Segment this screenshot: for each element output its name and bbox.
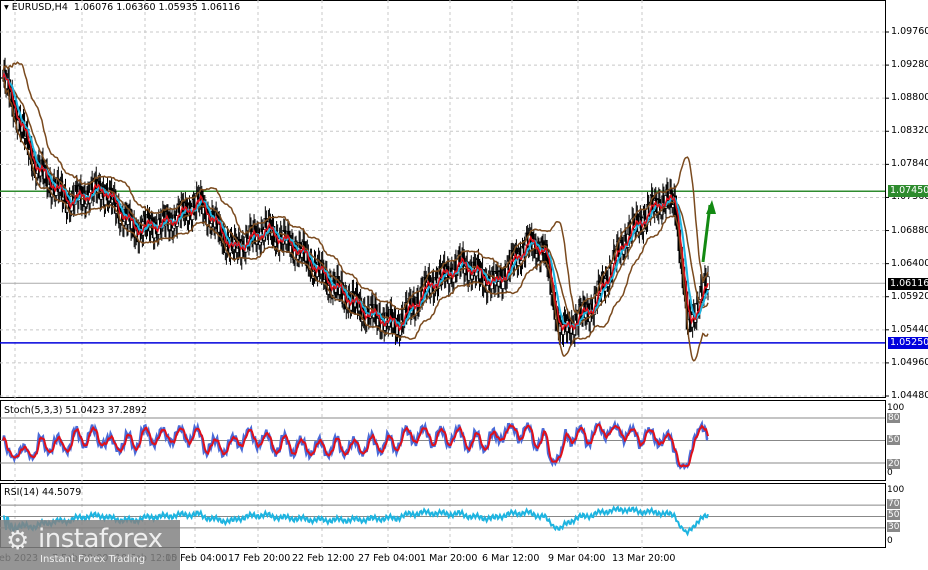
time-label: 27 Feb 04:00	[358, 553, 421, 564]
gear-icon: ⚙	[6, 526, 30, 556]
time-label: 6 Mar 12:00	[482, 553, 540, 564]
symbol-header[interactable]: ▾ EURUSD,H4 1.06076 1.06360 1.05935 1.06…	[4, 2, 240, 13]
price-label: 1.04960	[891, 356, 928, 368]
price-label: 1.05440	[891, 323, 928, 335]
price-label: 1.08320	[891, 125, 928, 137]
rsi-scale-70: 70	[887, 499, 901, 509]
rsi-scale-30: 30	[887, 522, 901, 532]
support-level-tag: 1.05250	[888, 337, 928, 349]
price-label: 1.04480	[891, 390, 928, 401]
logo-name: instaforex	[38, 524, 163, 554]
rsi-scale-100: 100	[887, 485, 905, 495]
time-label: 13 Mar 20:00	[612, 553, 676, 564]
price-label: 1.09280	[891, 59, 928, 71]
symbol-label: EURUSD,H4	[11, 2, 68, 13]
stoch-label: Stoch(5,3,3) 51.0423 37.2892	[4, 405, 148, 416]
resistance-level-tag: 1.07450	[888, 185, 928, 197]
price-label: 1.08800	[891, 92, 928, 104]
time-label: 9 Mar 04:00	[548, 553, 606, 564]
current-price-tag: 1.06116	[888, 278, 928, 290]
price-label: 1.09760	[891, 26, 928, 37]
chart-canvas[interactable]	[0, 0, 928, 570]
time-label: 17 Feb 20:00	[228, 553, 291, 564]
stoch-scale-80: 80	[887, 413, 901, 423]
rsi-scale-0: 0	[887, 536, 893, 546]
price-label: 1.06880	[891, 224, 928, 236]
price-label: 1.05920	[891, 290, 928, 302]
instaforex-logo: ⚙ instaforex Instant Forex Trading	[0, 520, 180, 570]
stoch-scale-50: 50	[887, 435, 901, 445]
ohlc-values: 1.06076 1.06360 1.05935 1.06116	[73, 2, 241, 13]
bollinger-lower	[2, 77, 709, 362]
rsi-label: RSI(14) 44.5079	[4, 487, 82, 498]
rsi-scale-50: 50	[887, 510, 901, 520]
price-label: 1.06400	[891, 257, 928, 269]
time-label: 1 Mar 20:00	[420, 553, 478, 564]
time-label: 22 Feb 12:00	[292, 553, 355, 564]
stoch-scale-0: 0	[887, 468, 893, 478]
trading-chart: ▾ EURUSD,H4 1.06076 1.06360 1.05935 1.06…	[0, 0, 928, 570]
logo-tagline: Instant Forex Trading	[40, 554, 146, 565]
up-arrow-head	[706, 200, 716, 214]
price-label: 1.07840	[891, 158, 928, 170]
